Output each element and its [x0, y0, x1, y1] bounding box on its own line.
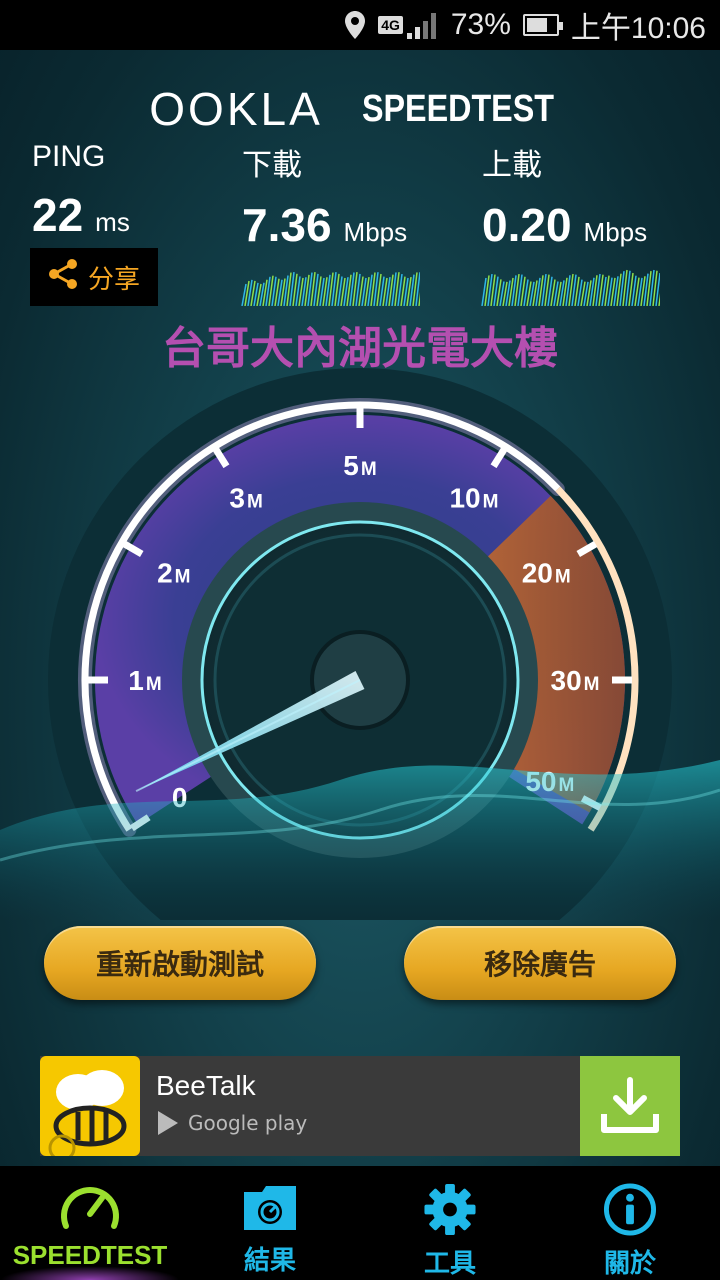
upload-unit: Mbps — [583, 217, 648, 247]
nav-results[interactable]: 結果 — [180, 1166, 360, 1280]
status-bar: 4G 73% 上午10:06 — [0, 0, 720, 50]
nav-speedtest[interactable]: SPEEDTEST — [0, 1166, 180, 1280]
battery-icon — [522, 14, 563, 36]
remove-ads-button[interactable]: 移除廣告 — [404, 926, 676, 1000]
location-icon — [344, 10, 366, 40]
speed-gauge: 01M2M3M5M10M20M30M50M — [0, 368, 720, 920]
upload-value: 0.20 — [482, 199, 572, 251]
share-icon — [48, 258, 78, 297]
network-type: 4G — [378, 16, 403, 34]
google-play-badge: Google play — [156, 1110, 564, 1136]
brand-header: OOKLA SPEEDTEST — [0, 82, 720, 136]
download-metric: 下載 7.36 Mbps — [242, 140, 407, 252]
gear-icon — [424, 1183, 476, 1236]
share-label: 分享 — [87, 264, 140, 295]
speedometer-icon — [61, 1187, 119, 1229]
upload-metric: 上載 0.20 Mbps — [482, 140, 647, 252]
results-icon — [244, 1186, 296, 1230]
download-label: 下載 — [242, 149, 302, 182]
bottom-nav: SPEEDTEST 結果 工具 關於 — [0, 1166, 720, 1280]
nav-tools[interactable]: 工具 — [360, 1166, 540, 1280]
ookla-logo: OOKLA — [149, 83, 323, 135]
ad-title: BeeTalk — [156, 1070, 256, 1101]
download-button[interactable] — [580, 1056, 680, 1156]
download-sparkline — [241, 272, 420, 306]
restart-test-button[interactable]: 重新啟動測試 — [44, 926, 316, 1000]
play-store-icon — [158, 1111, 178, 1135]
battery-percent: 73% — [450, 8, 511, 41]
beetalk-logo — [40, 1056, 140, 1156]
speedtest-logo: SPEEDTEST — [361, 87, 554, 130]
download-value: 7.36 — [242, 199, 332, 251]
info-icon — [603, 1183, 657, 1236]
nav-about[interactable]: 關於 — [540, 1166, 720, 1280]
download-unit: Mbps — [343, 217, 408, 247]
upload-sparkline — [481, 269, 660, 306]
nav-label-speedtest: SPEEDTEST — [12, 1240, 168, 1270]
ping-unit: ms — [95, 207, 130, 237]
signal-icon: 4G — [378, 11, 439, 39]
nav-label-tools: 工具 — [423, 1249, 476, 1279]
ping-value: 22 — [32, 189, 84, 241]
download-icon — [601, 1077, 659, 1133]
ad-banner[interactable]: BeeTalk Google play — [40, 1056, 680, 1156]
share-button[interactable]: 分享 — [30, 248, 158, 306]
store-label: Google play — [188, 1111, 308, 1135]
ping-label: PING — [32, 140, 106, 173]
clock: 上午10:06 — [570, 12, 706, 45]
nav-label-results: 結果 — [243, 1246, 296, 1276]
upload-label: 上載 — [482, 149, 542, 182]
ping-metric: PING 22 ms — [32, 140, 130, 242]
nav-label-about: 關於 — [603, 1249, 656, 1279]
